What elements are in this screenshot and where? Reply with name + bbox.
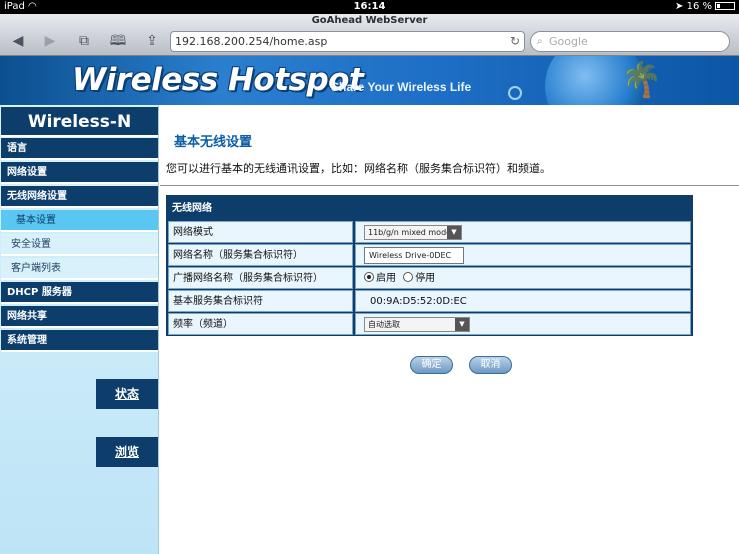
sidebar-item-network[interactable]: 网络设置 <box>1 162 158 184</box>
settings-row: 网络名称（服务集合标识符） Wireless Drive-0DEC <box>168 243 691 266</box>
palm-tree-graphic: 🌴 <box>620 60 663 100</box>
mode-select-value: 11b/g/n mixed mode <box>368 228 452 237</box>
sidebar-brand: Wireless-N <box>1 107 158 137</box>
mode-cell: 11b/g/n mixed mode ▼ <box>355 221 691 243</box>
sidebar: Wireless-N 语言 网络设置 无线网络设置 基本设置 安全设置 客户端列… <box>0 105 159 554</box>
broadcast-disable-radio[interactable] <box>403 272 414 282</box>
browse-button[interactable]: 浏览 <box>96 437 158 467</box>
chevron-down-icon: ▼ <box>447 226 461 239</box>
search-input[interactable]: ⌕ Google <box>530 31 730 52</box>
ssid-input[interactable]: Wireless Drive-0DEC <box>364 247 464 264</box>
sidebar-item-sharing[interactable]: 网络共享 <box>1 306 158 328</box>
mode-select[interactable]: 11b/g/n mixed mode ▼ <box>364 225 462 240</box>
address-bar[interactable]: 192.168.200.254/home.asp ↻ <box>170 31 525 52</box>
wireless-settings-panel: 无线网络 网络模式 11b/g/n mixed mode ▼ 网络名称（服务集合… <box>166 195 693 336</box>
wifi-ring-graphic <box>508 86 522 100</box>
tabs-icon[interactable]: ⧉ <box>72 33 96 49</box>
sidebar-item-clients[interactable]: 客户端列表 <box>1 258 158 280</box>
channel-select[interactable]: 自动选取 ▼ <box>364 317 470 332</box>
banner-title: Wireless Hotspot <box>72 62 364 98</box>
ssid-cell: Wireless Drive-0DEC <box>355 244 691 266</box>
bookmarks-icon[interactable]: 🕮 <box>106 33 130 49</box>
search-icon: ⌕ <box>537 36 543 47</box>
broadcast-label: 广播网络名称（服务集合标识符） <box>168 267 353 289</box>
settings-row: 广播网络名称（服务集合标识符） 启用 停用 <box>168 266 691 289</box>
ssid-label: 网络名称（服务集合标识符） <box>168 244 353 266</box>
sidebar-item-security[interactable]: 安全设置 <box>1 234 158 256</box>
sidebar-item-wireless[interactable]: 无线网络设置 <box>1 186 158 208</box>
browser-page-title: GoAhead WebServer <box>311 15 428 26</box>
url-text: 192.168.200.254/home.asp <box>175 35 328 48</box>
broadcast-enable-radio[interactable] <box>364 272 374 282</box>
sidebar-item-admin[interactable]: 系统管理 <box>1 330 158 352</box>
settings-row: 基本服务集合标识符 00:9A:D5:52:0D:EC <box>168 289 691 312</box>
chevron-down-icon: ▼ <box>455 318 469 331</box>
bssid-label: 基本服务集合标识符 <box>168 290 353 312</box>
ok-button[interactable]: 确定 <box>410 356 453 374</box>
broadcast-cell: 启用 停用 <box>355 267 691 289</box>
sidebar-item-language[interactable]: 语言 <box>1 138 158 160</box>
settings-row: 网络模式 11b/g/n mixed mode ▼ <box>168 220 691 243</box>
sidebar-item-basic[interactable]: 基本设置 <box>1 210 158 232</box>
settings-row: 频率（频道） 自动选取 ▼ <box>168 312 691 335</box>
forward-icon[interactable]: ▶ <box>38 33 62 49</box>
share-icon[interactable]: ⇪ <box>140 33 164 49</box>
mode-label: 网络模式 <box>168 221 353 243</box>
battery-status: ➤ 16 % <box>675 0 735 14</box>
header-banner: 🌴 Wireless Hotspot Share Your Wireless L… <box>0 56 739 105</box>
status-bar: iPad ◠ 16:14 ➤ 16 % <box>0 0 739 14</box>
channel-label: 频率（频道） <box>168 313 353 335</box>
back-icon[interactable]: ◀ <box>6 33 30 49</box>
broadcast-disable-label: 停用 <box>415 273 436 284</box>
clock: 16:14 <box>353 1 386 12</box>
cancel-button[interactable]: 取消 <box>469 356 512 374</box>
divider <box>160 185 739 186</box>
page-title: 基本无线设置 <box>174 135 253 150</box>
channel-select-value: 自动选取 <box>368 320 400 329</box>
broadcast-enable-label: 启用 <box>376 273 396 284</box>
search-placeholder: Google <box>549 35 588 48</box>
banner-tagline: Share Your Wireless Life <box>331 80 472 94</box>
browser-toolbar: GoAhead WebServer ◀ ▶ ⧉ 🕮 ⇪ 192.168.200.… <box>0 14 739 56</box>
reload-icon[interactable]: ↻ <box>510 32 520 51</box>
panel-title: 无线网络 <box>172 203 212 214</box>
bssid-value: 00:9A:D5:52:0D:EC <box>355 290 691 312</box>
channel-cell: 自动选取 ▼ <box>355 313 691 335</box>
sidebar-item-dhcp[interactable]: DHCP 服务器 <box>1 282 158 304</box>
battery-icon <box>715 2 735 10</box>
page-description: 您可以进行基本的无线通讯设置，比如：网络名称（服务集合标识符）和频道。 <box>166 162 551 175</box>
status-button[interactable]: 状态 <box>96 379 158 409</box>
location-icon: ➤ <box>675 1 684 12</box>
